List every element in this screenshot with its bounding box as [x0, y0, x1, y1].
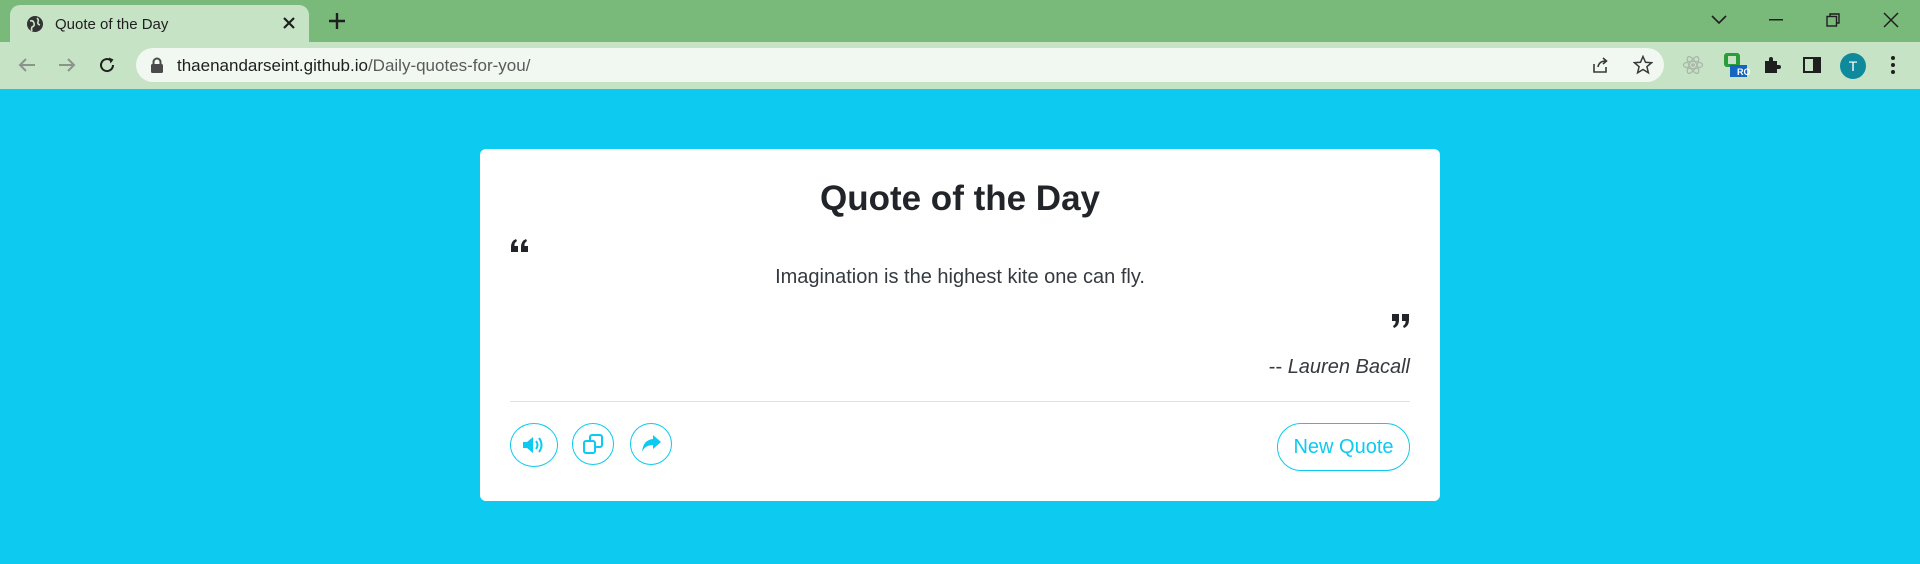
share-icon: [642, 435, 661, 452]
page-title: Quote of the Day: [819, 179, 1101, 218]
lock-icon[interactable]: [150, 57, 164, 73]
browser-tab[interactable]: Quote of the Day: [10, 5, 309, 42]
close-window-icon[interactable]: [1876, 7, 1906, 33]
quote-card: Quote of the Day Imagination is the high…: [480, 149, 1440, 501]
browser-toolbar: thaenandarseint.github.io/Daily-quotes-f…: [0, 42, 1920, 89]
address-bar[interactable]: thaenandarseint.github.io/Daily-quotes-f…: [136, 48, 1664, 82]
bookmark-star-icon[interactable]: [1632, 54, 1654, 76]
close-tab-icon[interactable]: [279, 13, 299, 33]
tab-search-icon[interactable]: [1704, 7, 1734, 33]
restore-icon[interactable]: [1818, 7, 1848, 33]
share-button[interactable]: [630, 423, 672, 465]
browser-menu-icon[interactable]: [1879, 51, 1907, 79]
quote-right-icon: [1392, 314, 1409, 328]
copy-icon: [583, 434, 603, 454]
author: -- Lauren Bacall: [1269, 356, 1410, 379]
tab-title: Quote of the Day: [55, 16, 169, 33]
new-quote-button[interactable]: New Quote: [1277, 423, 1410, 471]
globe-icon: [27, 16, 43, 32]
back-icon[interactable]: [13, 51, 41, 79]
author-prefix: --: [1268, 356, 1288, 378]
react-devtools-icon[interactable]: [1679, 51, 1707, 79]
new-tab-icon[interactable]: [326, 10, 348, 32]
profile-avatar[interactable]: T: [1840, 53, 1866, 79]
reload-icon[interactable]: [93, 51, 121, 79]
copy-button[interactable]: [572, 423, 614, 465]
url-text: thaenandarseint.github.io/Daily-quotes-f…: [177, 56, 530, 76]
extensions-puzzle-icon[interactable]: [1758, 51, 1786, 79]
forward-icon[interactable]: [53, 51, 81, 79]
speak-button[interactable]: [510, 423, 558, 467]
share-page-icon[interactable]: [1590, 54, 1612, 76]
browser-tab-strip: Quote of the Day: [0, 0, 1920, 42]
divider: [510, 401, 1410, 402]
url-path: /Daily-quotes-for-you/: [367, 56, 531, 75]
extension-ro-icon[interactable]: RO: [1720, 51, 1751, 79]
author-name: Lauren Bacall: [1287, 356, 1410, 378]
extension-badge: RO: [1737, 67, 1751, 77]
minimize-icon[interactable]: [1761, 7, 1791, 33]
quote-text: Imagination is the highest kite one can …: [775, 266, 1145, 288]
url-host: thaenandarseint.github.io: [177, 56, 368, 75]
quote-left-icon: [511, 239, 528, 252]
side-panel-icon[interactable]: [1798, 51, 1826, 79]
volume-icon: [523, 437, 543, 453]
